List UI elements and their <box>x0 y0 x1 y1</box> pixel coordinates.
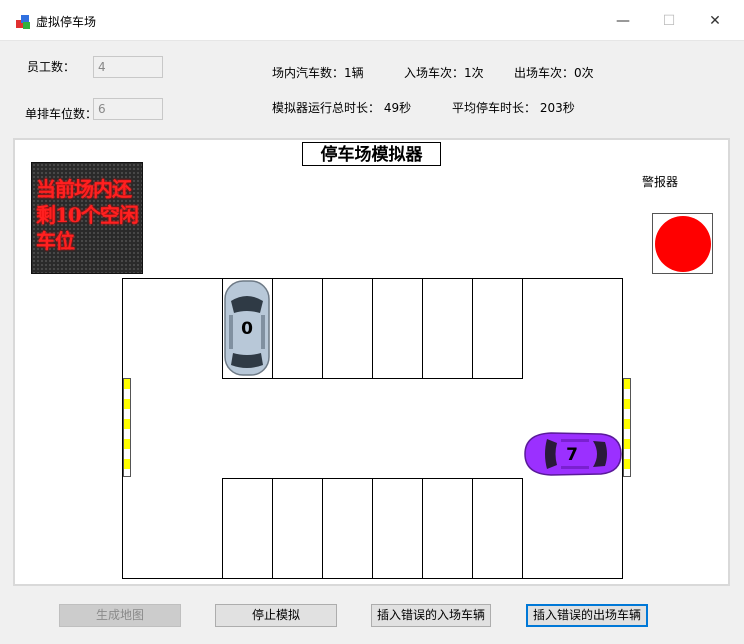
free-slots-led-text: 当前场内还剩10个空闲车位 <box>36 177 139 253</box>
insert-bad-exit-button[interactable]: 插入错误的出场车辆 <box>526 604 648 627</box>
exits-stat: 出场车次：0次 <box>514 66 594 80</box>
alarm-label: 警报器 <box>642 175 679 189</box>
app-car-icon <box>16 15 30 29</box>
parking-slot-bottom-2 <box>322 478 373 579</box>
slots-per-row-label: 单排车位数： <box>25 107 98 121</box>
parking-slot-top-2 <box>322 278 373 379</box>
total-runtime-stat: 模拟器运行总时长： 49秒 <box>272 101 412 115</box>
parking-slot-bottom-0 <box>222 478 273 579</box>
generate-map-button: 生成地图 <box>59 604 181 627</box>
close-button[interactable]: ✕ <box>692 6 738 36</box>
maximize-button: ☐ <box>662 13 676 29</box>
parking-slot-bottom-1 <box>272 478 323 579</box>
parking-slot-top-4 <box>422 278 473 379</box>
parking-slot-top-1 <box>272 278 323 379</box>
avg-parking-stat: 平均停车时长： 203秒 <box>452 101 575 115</box>
stop-simulation-button[interactable]: 停止模拟 <box>215 604 337 627</box>
cars-in-lot-stat: 场内汽车数：1辆 <box>272 66 364 80</box>
slots-per-row-field[interactable]: 6 <box>93 98 163 120</box>
car-7: 7 <box>524 432 622 476</box>
parking-slot-top-3 <box>372 278 423 379</box>
parking-slot-bottom-4 <box>422 478 473 579</box>
employees-label: 员工数： <box>27 60 76 74</box>
entries-stat: 入场车次：1次 <box>404 66 484 80</box>
parking-slot-bottom-5 <box>472 478 523 579</box>
minimize-button[interactable]: — <box>600 6 646 36</box>
alarm-light-icon <box>655 216 711 272</box>
car-7-label: 7 <box>566 445 578 465</box>
parking-slot-bottom-3 <box>372 478 423 579</box>
window-title: 虚拟停车场 <box>36 15 97 29</box>
parking-slot-top-5 <box>472 278 523 379</box>
simulator-title: 停车场模拟器 <box>302 142 441 166</box>
car-0: 0 <box>224 280 270 376</box>
exit-gate <box>623 378 631 477</box>
insert-bad-entry-button[interactable]: 插入错误的入场车辆 <box>371 604 491 627</box>
employees-field[interactable]: 4 <box>93 56 163 78</box>
entry-gate <box>123 378 131 477</box>
car-0-label: 0 <box>241 319 253 339</box>
